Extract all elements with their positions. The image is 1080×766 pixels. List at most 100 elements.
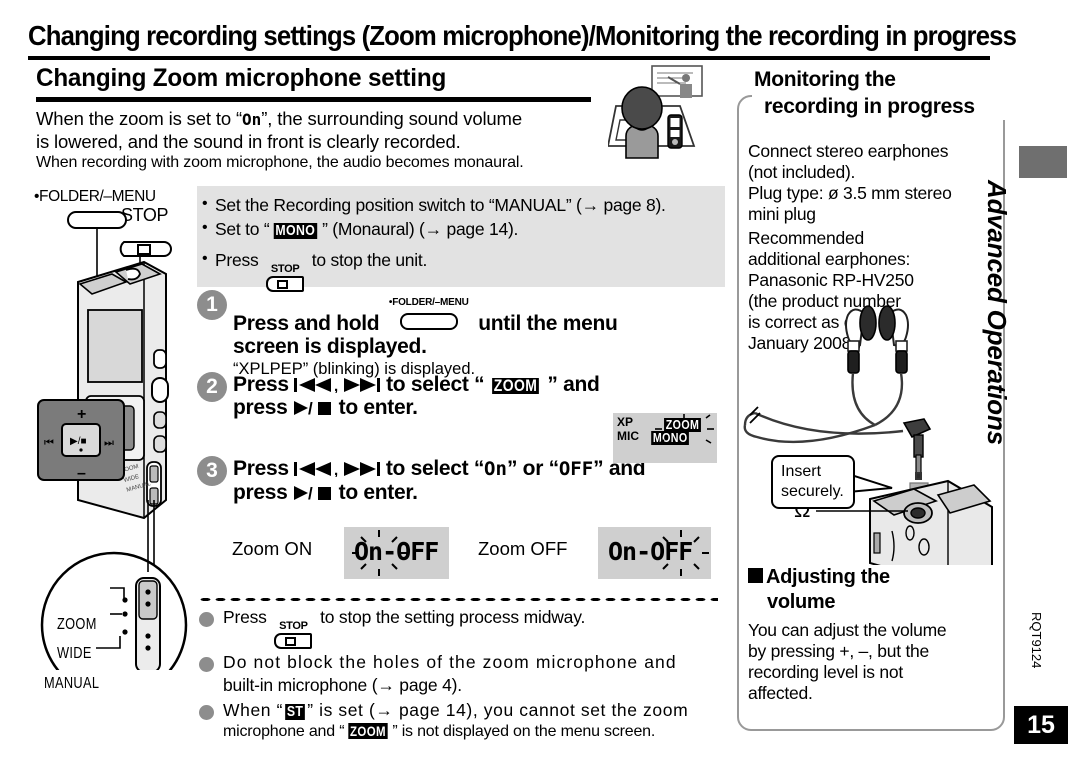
st-chip: ST — [285, 703, 306, 720]
note-1-text-a: Press — [223, 607, 267, 627]
insert-securely-callout: Insert securely. — [771, 455, 855, 509]
monitoring-body-2-line-2: additional earphones: — [748, 249, 911, 269]
section-tab-label: Advanced Operations — [982, 180, 1012, 445]
intro-line-3: When recording with zoom microphone, the… — [36, 154, 524, 171]
step-1-text-b: until the menu — [478, 312, 618, 335]
zoom-off-label: Zoom OFF — [478, 538, 568, 559]
illustration-earphones-connection: Ω — [743, 305, 993, 565]
svg-text:,: , — [334, 462, 338, 477]
callout-line-1: Insert — [781, 463, 822, 480]
note-2-line-2: built-in microphone (→ page 4). — [223, 675, 462, 695]
zoom-chip: ZOOM — [348, 723, 389, 739]
note-3-text-b-pre: microphone and “ — [223, 723, 345, 740]
adjusting-volume-subhead: Adjusting the volume — [748, 565, 994, 615]
folder-menu-button-icon: •FOLDER/–MENU — [389, 290, 469, 338]
step-2-text-d: press — [233, 396, 288, 419]
section-heading: Changing Zoom microphone setting — [36, 64, 447, 92]
manual-page: Changing recording settings (Zoom microp… — [0, 0, 1080, 766]
precond-1-text-a: Set the Recording position switch to “MA… — [215, 195, 582, 215]
step-1-line-1: Press and hold •FOLDER/–MENU until the m… — [233, 290, 725, 338]
stop-button-icon: STOP — [274, 620, 313, 649]
intro-line-1: When the zoom is set to “On”, the surrou… — [36, 108, 606, 131]
step-1: 1 Press and hold •FOLDER/–MENU until the… — [197, 290, 725, 378]
step-3-text-a: Press — [233, 457, 289, 480]
arrow-right-icon: → — [424, 219, 443, 239]
illustration-person-recording — [608, 65, 703, 159]
adjusting-volume-line-2: volume — [767, 591, 836, 613]
step-3-off-glyph: OFF — [558, 458, 594, 480]
note-1-text: Press STOP to stop the setting process m… — [223, 606, 725, 649]
skip-back-forward-icon: , — [294, 373, 386, 396]
monitoring-body-2-line-1: Recommended — [748, 228, 864, 248]
adjusting-volume-line-1: Adjusting the — [766, 566, 890, 588]
svg-text:⏮: ⏮ — [44, 437, 54, 449]
precondition-item-3: Press STOP to stop the unit. — [197, 247, 725, 292]
svg-text:+: + — [77, 406, 86, 423]
stop-button-label: STOP — [279, 620, 308, 632]
step-3-line-2: press / to enter. — [233, 480, 725, 505]
switch-label-manual: MANUAL — [44, 675, 100, 692]
steps-list: 1 Press and hold •FOLDER/–MENU until the… — [197, 290, 725, 518]
adjusting-volume-body-line-3: recording level is not — [748, 662, 903, 682]
play-stop-icon: / — [293, 396, 339, 419]
page-number: 15 — [1014, 706, 1068, 744]
banner-underline — [28, 56, 990, 60]
lcd-menu-screen: XP MIC MONO ZOOM — [613, 413, 717, 463]
svg-text:/: / — [308, 400, 313, 416]
note-3-text-post: ” is set (→ page 14), you cannot set the… — [307, 700, 689, 720]
monitoring-body-1-line-1: Connect stereo earphones — [748, 141, 949, 161]
filled-square-icon — [748, 568, 763, 583]
lcd-zoom-on-screen: On-OFF — [344, 527, 449, 579]
folder-menu-button-shape — [399, 313, 458, 330]
monitoring-title-line-1: Monitoring the — [754, 68, 896, 91]
stop-button-label: STOP — [270, 263, 300, 275]
callout-line-2: securely. — [781, 483, 844, 500]
step-3-on-glyph: On — [484, 458, 507, 480]
lcd-on-text: On-OFF — [354, 537, 439, 566]
step-1-number: 1 — [197, 290, 227, 320]
step-2-text-b: to select “ — [386, 373, 485, 396]
bullet-dot-icon — [199, 657, 214, 672]
step-2-text-e: to enter. — [338, 396, 418, 419]
precond-3-text-b: to stop the unit. — [311, 250, 428, 270]
lcd-mono-chip: MONO — [651, 430, 690, 445]
bullet-dot-icon — [199, 612, 214, 627]
bullet-dot-icon — [199, 705, 214, 720]
step-3-text-d: press — [233, 481, 288, 504]
lcd-zoom-chip: ZOOM — [664, 417, 701, 432]
lcd-mic-label: MIC — [617, 429, 639, 443]
adjusting-volume-body-line-1: You can adjust the volume — [748, 620, 947, 640]
stop-button-shape — [274, 633, 313, 649]
note-item-2: Do not block the holes of the zoom micro… — [197, 651, 725, 697]
section-tab-marker — [1019, 146, 1067, 178]
adjusting-volume-body-line-4: affected. — [748, 683, 813, 703]
mono-chip: MONO — [274, 222, 318, 239]
step-2-text-c: ” and — [547, 373, 600, 396]
step-2-line-1: Press , to select “ ZOOM ” and — [233, 372, 725, 397]
step-3: 3 Press , to select “On” or “OFF” and pr… — [197, 456, 725, 516]
page-banner-title: Changing recording settings (Zoom microp… — [28, 20, 1017, 51]
intro-paragraph: When the zoom is set to “On”, the surrou… — [36, 108, 606, 172]
lcd-xp-label: XP — [617, 415, 634, 429]
precond-2-text-c: page 14). — [441, 219, 519, 239]
monitoring-panel-title: Monitoring the recording in progress — [752, 66, 1006, 120]
step-3-text-e: to enter. — [338, 481, 418, 504]
step-3-text-mid: ” or “ — [506, 457, 559, 480]
note-1-text-b: to stop the setting process midway. — [320, 607, 586, 627]
lcd-zoom-off-screen: On-OFF — [598, 527, 711, 579]
lcd-off-text: On-OFF — [608, 537, 693, 566]
precondition-item-1: Set the Recording position switch to “MA… — [197, 192, 725, 217]
note-3-line-1: When “ST” is set (→ page 14), you cannot… — [223, 699, 725, 722]
skip-back-forward-icon: , — [294, 457, 386, 480]
note-3-text-pre: When “ — [223, 700, 284, 720]
stop-button-icon: STOP — [266, 263, 305, 292]
callout-text: Insert securely. — [781, 462, 844, 502]
switch-label-wide: WIDE — [57, 645, 92, 662]
adjusting-volume-body-line-2: by pressing +, –, but the — [748, 641, 930, 661]
step-1-text-a: Press and hold — [233, 312, 380, 335]
monitoring-body-1-line-4: mini plug — [748, 204, 816, 224]
svg-text:–: – — [77, 465, 86, 482]
dotted-divider — [198, 597, 718, 602]
svg-text:▶/■: ▶/■ — [70, 436, 87, 447]
intro-line-2: is lowered, and the sound in front is cl… — [36, 131, 461, 152]
